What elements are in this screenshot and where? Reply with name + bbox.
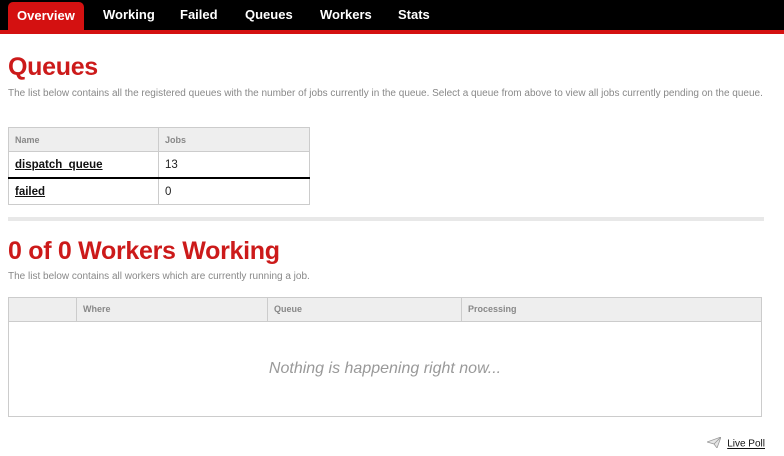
column-header-name: Name <box>8 127 159 152</box>
section-divider <box>8 217 764 221</box>
tab-stats[interactable]: Stats <box>398 0 430 30</box>
paper-plane-icon <box>705 436 722 451</box>
tab-overview[interactable]: Overview <box>8 2 84 30</box>
live-poll-link[interactable]: Live Poll <box>727 439 765 450</box>
queues-table-header: Name Jobs <box>8 127 310 152</box>
tab-workers[interactable]: Workers <box>320 0 372 30</box>
queue-jobs-cell: 13 <box>158 151 310 179</box>
workers-table: Where Queue Processing Nothing is happen… <box>8 297 762 417</box>
empty-state-message: Nothing is happening right now... <box>268 360 502 377</box>
workers-description: The list below contains all workers whic… <box>8 271 310 282</box>
nav-underline-bar <box>0 30 784 34</box>
tab-queues[interactable]: Queues <box>245 0 293 30</box>
queues-table: Name Jobs dispatch_queue 13 failed 0 <box>8 127 310 205</box>
queue-name-cell: failed <box>8 177 159 205</box>
queue-link-failed[interactable]: failed <box>15 186 45 198</box>
table-row: dispatch_queue 13 <box>8 151 310 179</box>
workers-table-header: Where Queue Processing <box>9 298 761 322</box>
queues-title: Queues <box>8 53 98 81</box>
queues-description: The list below contains all the register… <box>8 88 763 99</box>
tab-failed[interactable]: Failed <box>180 0 218 30</box>
column-header-where: Where <box>76 298 267 321</box>
top-navigation: Overview Working Failed Queues Workers S… <box>0 0 784 30</box>
live-poll: Live Poll <box>705 436 765 451</box>
table-row: failed 0 <box>8 177 310 205</box>
queue-name-cell: dispatch_queue <box>8 151 159 179</box>
column-header-processing: Processing <box>461 298 761 321</box>
queue-link-dispatch-queue[interactable]: dispatch_queue <box>15 159 103 171</box>
queue-jobs-cell: 0 <box>158 177 310 205</box>
column-header-queue: Queue <box>267 298 461 321</box>
column-header-jobs: Jobs <box>158 127 310 152</box>
tab-working[interactable]: Working <box>103 0 155 30</box>
column-header-status <box>9 298 76 321</box>
workers-title: 0 of 0 Workers Working <box>8 237 280 265</box>
